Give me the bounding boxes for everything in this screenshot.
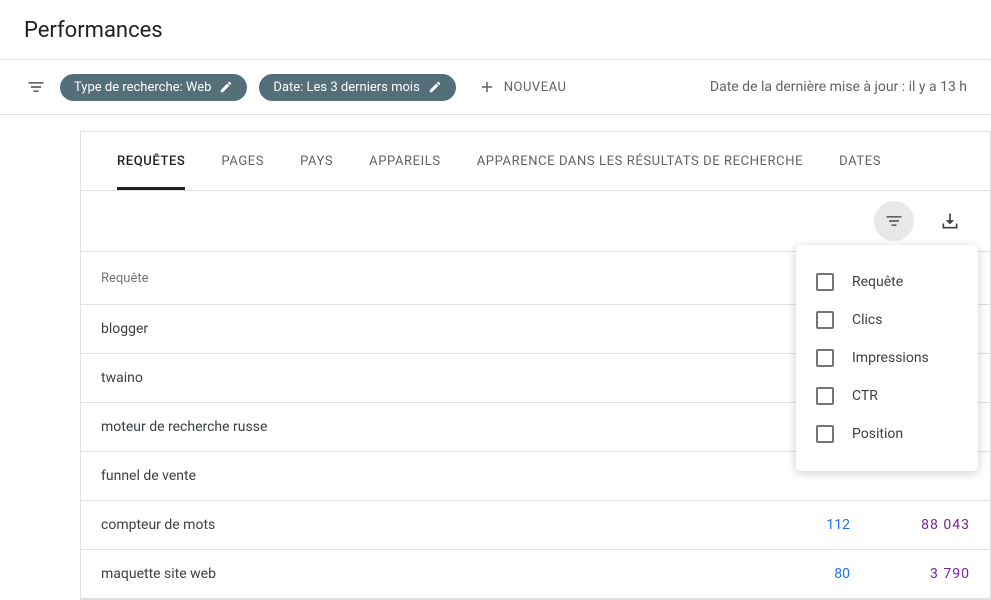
cell-query: blogger <box>101 321 750 337</box>
last-update-text: Date de la dernière mise à jour : il y a… <box>710 79 967 95</box>
cell-query: maquette site web <box>101 566 750 582</box>
edit-icon <box>219 80 233 94</box>
download-button[interactable] <box>930 201 970 241</box>
tab-pages[interactable]: PAGES <box>221 132 264 190</box>
filter-chip-search-type[interactable]: Type de recherche: Web <box>60 74 247 101</box>
table-row[interactable]: maquette site web 80 3 790 <box>81 550 990 599</box>
dropdown-item-clicks[interactable]: Clics <box>816 301 958 339</box>
tab-devices[interactable]: APPAREILS <box>369 132 441 190</box>
cell-clicks: 80 <box>750 566 850 582</box>
checkbox[interactable] <box>816 349 834 367</box>
dropdown-label: CTR <box>852 388 878 404</box>
dropdown-label: Position <box>852 426 903 442</box>
column-header-query[interactable]: Requête <box>101 271 914 286</box>
tab-search-appearance[interactable]: APPARENCE DANS LES RÉSULTATS DE RECHERCH… <box>477 132 803 190</box>
column-filter-dropdown: Requête Clics Impressions CTR Position <box>796 245 978 471</box>
cell-clicks: 112 <box>750 517 850 533</box>
table-row[interactable]: compteur de mots 112 88 043 <box>81 501 990 550</box>
cell-query: twaino <box>101 370 750 386</box>
cell-impressions: 88 043 <box>850 517 970 533</box>
table-filter-button[interactable] <box>874 201 914 241</box>
plus-icon <box>478 78 496 96</box>
dropdown-item-position[interactable]: Position <box>816 415 958 453</box>
chip-label: Type de recherche: Web <box>74 80 211 95</box>
cell-query: compteur de mots <box>101 517 750 533</box>
add-filter-button[interactable]: NOUVEAU <box>468 72 577 102</box>
dropdown-label: Clics <box>852 312 882 328</box>
tab-dates[interactable]: DATES <box>839 132 881 190</box>
page-title: Performances <box>0 0 991 59</box>
checkbox[interactable] <box>816 387 834 405</box>
dropdown-item-impressions[interactable]: Impressions <box>816 339 958 377</box>
cell-query: funnel de vente <box>101 468 750 484</box>
dropdown-item-query[interactable]: Requête <box>816 263 958 301</box>
cell-query: moteur de recherche russe <box>101 419 750 435</box>
checkbox[interactable] <box>816 273 834 291</box>
chip-label: Date: Les 3 derniers mois <box>273 80 419 95</box>
dropdown-label: Impressions <box>852 350 929 366</box>
checkbox[interactable] <box>816 425 834 443</box>
checkbox[interactable] <box>816 311 834 329</box>
tabs: REQUÊTES PAGES PAYS APPAREILS APPARENCE … <box>81 132 990 191</box>
tab-countries[interactable]: PAYS <box>300 132 333 190</box>
new-label: NOUVEAU <box>504 80 567 95</box>
tab-queries[interactable]: REQUÊTES <box>117 132 185 190</box>
cell-impressions: 3 790 <box>850 566 970 582</box>
filter-bar: Type de recherche: Web Date: Les 3 derni… <box>0 59 991 114</box>
table-toolbar: Requête Clics Impressions CTR Position <box>81 191 990 252</box>
edit-icon <box>428 80 442 94</box>
dropdown-label: Requête <box>852 274 903 290</box>
filter-chip-date[interactable]: Date: Les 3 derniers mois <box>259 74 455 101</box>
data-card: REQUÊTES PAGES PAYS APPAREILS APPARENCE … <box>80 131 991 600</box>
dropdown-item-ctr[interactable]: CTR <box>816 377 958 415</box>
filter-list-icon[interactable] <box>24 75 48 99</box>
